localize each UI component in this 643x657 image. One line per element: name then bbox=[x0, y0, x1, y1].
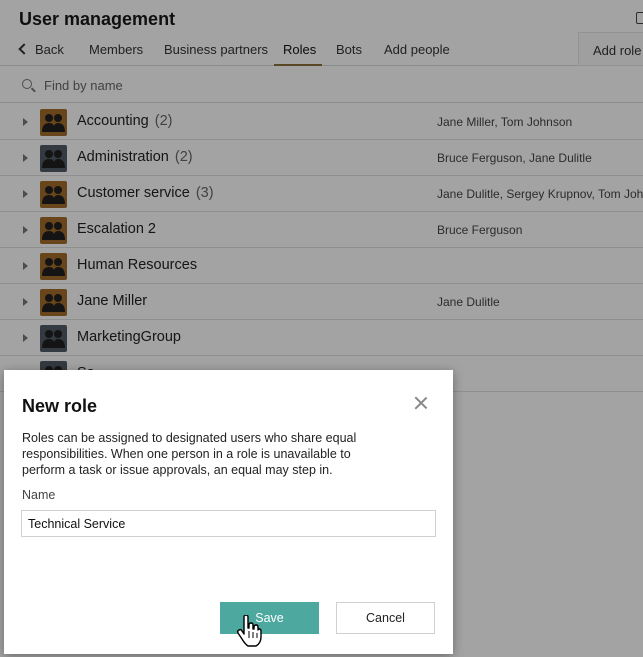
role-name-input[interactable] bbox=[21, 510, 436, 537]
save-button[interactable]: Save bbox=[220, 602, 319, 634]
hand-cursor-icon bbox=[236, 615, 262, 647]
name-label: Name bbox=[22, 488, 56, 502]
new-role-dialog: New role Roles can be assigned to design… bbox=[4, 370, 453, 654]
dialog-title: New role bbox=[22, 396, 98, 416]
cancel-button[interactable]: Cancel bbox=[336, 602, 435, 634]
close-icon[interactable] bbox=[413, 395, 429, 411]
dialog-description: Roles can be assigned to designated user… bbox=[22, 431, 357, 477]
